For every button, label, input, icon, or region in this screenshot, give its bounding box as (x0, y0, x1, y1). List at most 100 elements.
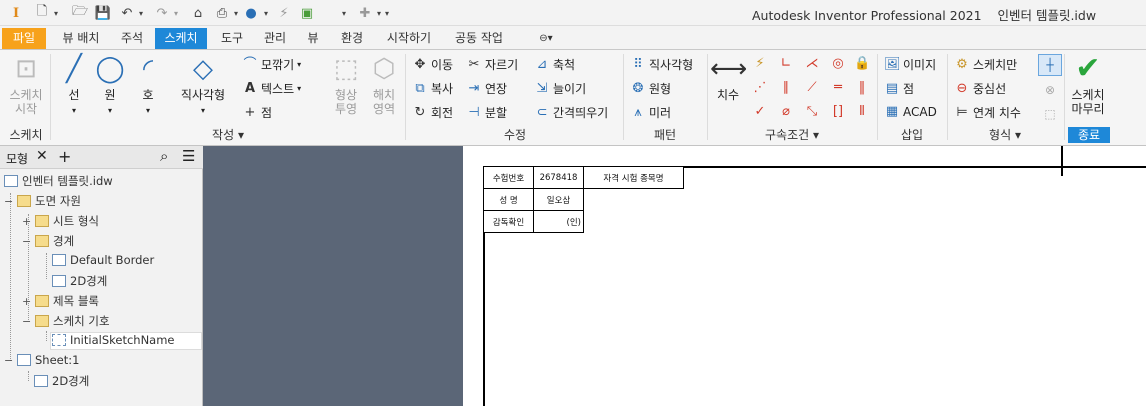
panel-label-constrain[interactable]: 구속조건 ▾ (708, 126, 876, 144)
point-toggle-icon[interactable]: ⊗ (1040, 80, 1060, 100)
add-tab-icon[interactable]: + (58, 147, 71, 166)
hatch-region-button[interactable]: ⬡ 해치 영역 (364, 54, 404, 116)
new-dropdown-icon[interactable]: ▾ (52, 4, 60, 22)
ribbon-display-options-icon[interactable]: ⊖▾ (534, 28, 558, 49)
trim-button[interactable]: ✂ 자르기 (466, 56, 519, 73)
tangent-constraint-button[interactable]: ⋌ (804, 56, 820, 72)
copy-button[interactable]: ⧉ 복사 (412, 80, 453, 97)
tree-item-2d-border[interactable]: 2D경계 (52, 273, 107, 289)
tree-item-sheet-formats[interactable]: + 시트 형식 (22, 213, 99, 229)
equal-constraint-button[interactable]: ⌀ (778, 104, 794, 120)
redo-icon[interactable]: ↷ (152, 4, 172, 22)
expand-icon[interactable]: + (22, 295, 31, 308)
tree-item-document[interactable]: 인벤터 템플릿.idw (4, 173, 113, 189)
tree-item-sheet-border[interactable]: 2D경계 (34, 373, 89, 389)
show-constraints-button[interactable]: [] (830, 104, 846, 120)
point-button[interactable]: + 점 (242, 104, 273, 121)
arc-button[interactable]: ◜ 호 ▾ (130, 54, 166, 118)
acad-button[interactable]: ▦ ACAD (884, 104, 937, 120)
search-icon[interactable]: ⌕ (160, 147, 168, 165)
customize-dropdown-icon[interactable]: ▾ (382, 4, 392, 22)
panel-label-create[interactable]: 작성 ▾ (52, 126, 404, 144)
tree-item-title-blocks[interactable]: + 제목 블록 (22, 293, 99, 309)
finish-sketch-button[interactable]: ✔ 스케치 마무리 (1066, 54, 1110, 117)
coincident-constraint-button[interactable]: ⚡ (752, 56, 768, 72)
print-dropdown-icon[interactable]: ▾ (232, 4, 240, 22)
save-icon[interactable]: 💾 (94, 4, 112, 22)
rectangle-button[interactable]: ◇ 직사각형 ▾ (174, 54, 232, 118)
project-geometry-button[interactable]: ⬚ 형상 투영 (326, 54, 366, 116)
tab-view[interactable]: 뷰 (300, 28, 326, 49)
tree-item-sheet-1[interactable]: − Sheet:1 (4, 353, 79, 367)
perpendicular-constraint-button[interactable]: ∟ (778, 56, 794, 72)
measure-icon[interactable]: ● (240, 4, 262, 22)
collapse-icon[interactable]: − (4, 195, 13, 208)
parallel-constraint-button[interactable]: ∥ (778, 80, 794, 96)
new-document-icon[interactable]: 🗋 (32, 4, 52, 22)
line-button[interactable]: ╱ 선 ▾ (54, 54, 94, 118)
scale-button[interactable]: ⊿ 축척 (534, 56, 576, 73)
drawing-sheet[interactable]: 수험번호 2678418 자격 시험 종목명 성 명 일오삼 감독확인 (인) (463, 146, 1146, 406)
home-icon[interactable]: ⌂ (188, 4, 208, 22)
color-swatch-icon[interactable]: ▣ (296, 4, 318, 22)
collapse-icon[interactable]: − (22, 315, 31, 328)
tab-annotate[interactable]: 주석 (114, 28, 150, 49)
sketch-only-button[interactable]: ⚙ 스케치만 (954, 56, 1017, 73)
undo-icon[interactable]: ↶ (117, 4, 137, 22)
collinear-constraint-button[interactable]: ⋰ (752, 80, 768, 96)
smooth-constraint-button[interactable]: ⟋ (804, 80, 820, 96)
fillet-button[interactable]: ⌒ 모깎기 ▾ (242, 56, 301, 73)
undo-dropdown-icon[interactable]: ▾ (137, 4, 145, 22)
circular-pattern-button[interactable]: ❂ 원형 (630, 80, 672, 97)
insert-image-button[interactable]: 🖼 이미지 (884, 56, 936, 73)
tab-file[interactable]: 파일 (2, 28, 46, 49)
open-folder-icon[interactable]: 🗁 (70, 4, 90, 22)
centerline-button[interactable]: ⊖ 중심선 (954, 80, 1007, 97)
tab-collaborate[interactable]: 공동 작업 (448, 28, 510, 49)
tree-item-drawing-resources[interactable]: − 도면 자원 (4, 193, 81, 209)
tab-get-started[interactable]: 시작하기 (378, 28, 440, 49)
tab-tools[interactable]: 도구 (214, 28, 250, 49)
offset-button[interactable]: ⊂ 간격띄우기 (534, 104, 609, 121)
relax-mode-button[interactable]: ⫴ (854, 104, 870, 120)
text-button[interactable]: A 텍스트 ▾ (242, 80, 301, 97)
collapse-icon[interactable]: − (4, 354, 13, 367)
split-button[interactable]: ⊣ 분할 (466, 104, 507, 121)
tree-item-initial-sketch[interactable]: InitialSketchName (52, 333, 175, 347)
expand-icon[interactable]: + (22, 215, 31, 228)
vertical-constraint-button[interactable]: ‖ (854, 80, 870, 96)
concentric-constraint-button[interactable]: ◎ (830, 56, 846, 72)
circle-button[interactable]: ◯ 원 ▾ (92, 54, 128, 118)
mirror-button[interactable]: ⩚ 미러 (630, 104, 671, 121)
driven-dimension-button[interactable]: ⊨ 연계 치수 (954, 104, 1021, 121)
rotate-button[interactable]: ↻ 회전 (412, 104, 454, 121)
construction-toggle-icon[interactable]: ┼ (1038, 54, 1062, 76)
add-icon[interactable]: ✚ (356, 4, 374, 22)
redo-dropdown-icon[interactable]: ▾ (172, 4, 180, 22)
fix-constraint-button[interactable]: 🔒 (854, 56, 870, 72)
tree-item-borders[interactable]: − 경계 (22, 233, 74, 249)
collapse-icon[interactable]: − (22, 235, 31, 248)
tab-place-views[interactable]: 뷰 배치 (56, 28, 106, 49)
inventor-logo-icon[interactable]: I (8, 4, 24, 22)
print-icon[interactable]: ⎙ (212, 4, 232, 22)
move-button[interactable]: ✥ 이동 (412, 56, 454, 73)
panel-label-format[interactable]: 형식 ▾ (948, 126, 1062, 144)
start-sketch-button[interactable]: ⊡ 스케치 시작 (4, 54, 48, 116)
color-dropdown-icon[interactable]: ▾ (340, 4, 348, 22)
format-toggle-icon[interactable]: ⬚ (1040, 104, 1060, 124)
menu-icon[interactable]: ☰ (182, 147, 195, 165)
tab-sketch[interactable]: 스케치 (155, 28, 207, 49)
horizontal-constraint-button[interactable]: ═ (830, 80, 846, 96)
import-points-button[interactable]: ▤ 점 (884, 80, 914, 97)
symmetric-constraint-button[interactable]: ⤡ (804, 104, 820, 120)
rectangular-pattern-button[interactable]: ⠿ 직사각형 (630, 56, 693, 73)
tab-manage[interactable]: 관리 (256, 28, 294, 49)
close-icon[interactable]: ✕ (36, 148, 48, 164)
constraint-settings-button[interactable]: ✓ (752, 104, 768, 120)
tree-item-sketched-symbols[interactable]: − 스케치 기호 (22, 313, 110, 329)
update-icon[interactable]: ⚡ (274, 4, 294, 22)
measure-dropdown-icon[interactable]: ▾ (262, 4, 270, 22)
dimension-button[interactable]: ⟷ 치수 (710, 54, 747, 102)
tab-environments[interactable]: 환경 (334, 28, 370, 49)
